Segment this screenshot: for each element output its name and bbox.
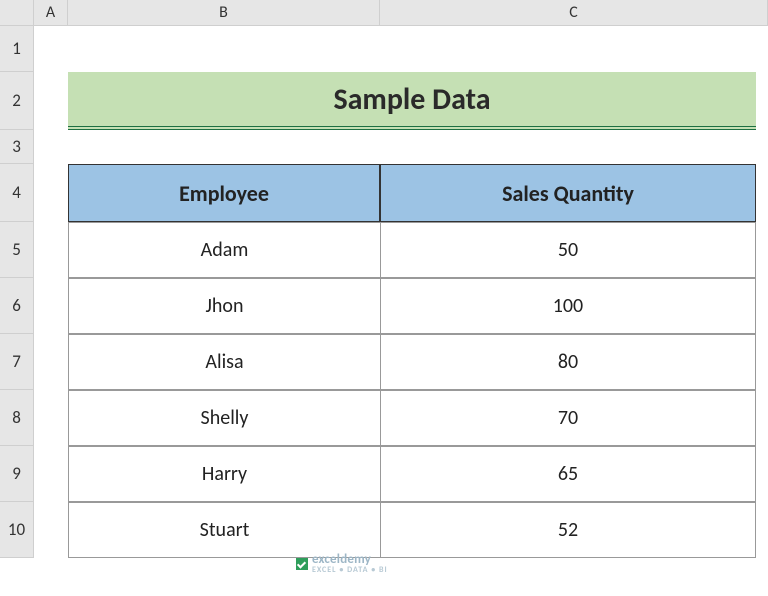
spreadsheet-grid[interactable]: A B C 1 2 Sample Data 3 4 Employee Sales… <box>0 0 768 558</box>
table-row[interactable]: Alisa <box>68 334 380 390</box>
cell-C3[interactable] <box>380 130 768 164</box>
table-row[interactable]: Adam <box>68 222 380 278</box>
table-row[interactable]: 52 <box>380 502 756 558</box>
table-row[interactable]: Stuart <box>68 502 380 558</box>
cell-A3[interactable] <box>34 130 68 164</box>
cell-A4[interactable] <box>34 164 68 222</box>
cell-B1[interactable] <box>68 26 380 72</box>
cell-A5[interactable] <box>34 222 68 278</box>
row-header-3[interactable]: 3 <box>0 130 34 164</box>
col-header-A[interactable]: A <box>34 0 68 26</box>
row-header-5[interactable]: 5 <box>0 222 34 278</box>
table-row[interactable]: 65 <box>380 446 756 502</box>
table-row[interactable]: Jhon <box>68 278 380 334</box>
check-icon <box>296 558 308 570</box>
row-header-2[interactable]: 2 <box>0 72 34 130</box>
cell-A10[interactable] <box>34 502 68 558</box>
cell-B3[interactable] <box>68 130 380 164</box>
table-row[interactable]: 50 <box>380 222 756 278</box>
table-row[interactable]: 80 <box>380 334 756 390</box>
row-header-1[interactable]: 1 <box>0 26 34 72</box>
col-header-C[interactable]: C <box>380 0 768 26</box>
col-header-B[interactable]: B <box>68 0 380 26</box>
watermark-sub: EXCEL • DATA • BI <box>312 565 388 575</box>
row-header-7[interactable]: 7 <box>0 334 34 390</box>
watermark: exceldemy EXCEL • DATA • BI <box>296 552 388 575</box>
row-header-10[interactable]: 10 <box>0 502 34 558</box>
table-row[interactable]: Shelly <box>68 390 380 446</box>
cell-A8[interactable] <box>34 390 68 446</box>
title-merged-cell[interactable]: Sample Data <box>68 72 756 130</box>
table-header-employee[interactable]: Employee <box>68 164 380 222</box>
cell-C1[interactable] <box>380 26 768 72</box>
table-row[interactable]: Harry <box>68 446 380 502</box>
row-header-9[interactable]: 9 <box>0 446 34 502</box>
cell-A2[interactable] <box>34 72 68 130</box>
table-row[interactable]: 100 <box>380 278 756 334</box>
table-row[interactable]: 70 <box>380 390 756 446</box>
row-header-4[interactable]: 4 <box>0 164 34 222</box>
cell-A7[interactable] <box>34 334 68 390</box>
cell-A9[interactable] <box>34 446 68 502</box>
row-header-6[interactable]: 6 <box>0 278 34 334</box>
row-header-8[interactable]: 8 <box>0 390 34 446</box>
cell-A1[interactable] <box>34 26 68 72</box>
select-all-corner[interactable] <box>0 0 34 26</box>
cell-A6[interactable] <box>34 278 68 334</box>
table-header-qty[interactable]: Sales Quantity <box>380 164 756 222</box>
